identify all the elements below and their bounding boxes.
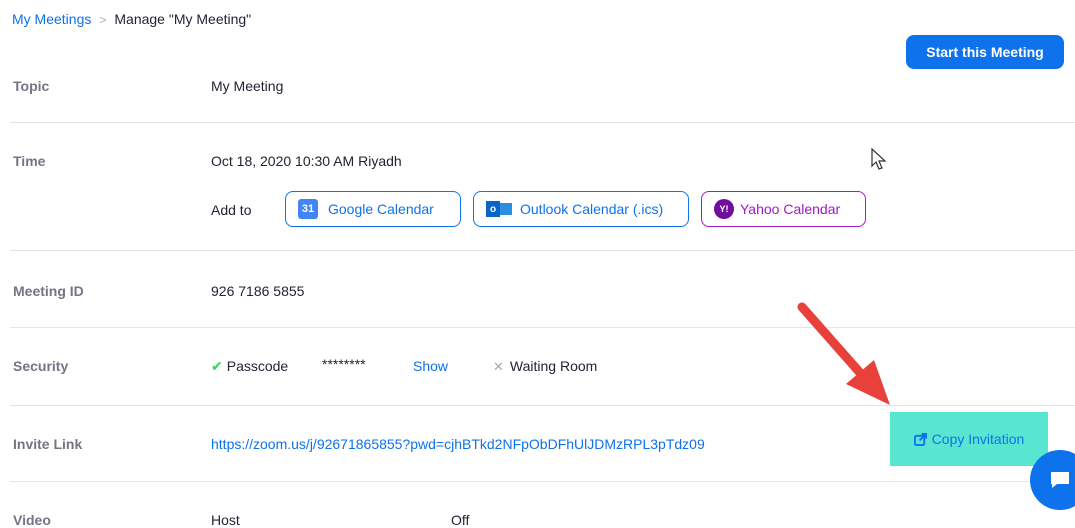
outlook-calendar-button[interactable]: o Outlook Calendar (.ics)	[473, 191, 689, 227]
share-icon	[913, 432, 927, 446]
outlook-icon: o	[486, 201, 512, 217]
x-icon: ✕	[493, 359, 504, 374]
breadcrumb-current: Manage "My Meeting"	[114, 11, 252, 27]
divider	[10, 122, 1075, 123]
meeting-id-value: 926 7186 5855	[211, 283, 305, 299]
divider	[10, 250, 1075, 251]
time-label: Time	[13, 153, 46, 169]
video-host-label: Host	[211, 512, 240, 528]
time-value: Oct 18, 2020 10:30 AM Riyadh	[211, 153, 402, 169]
waiting-room-item: ✕ Waiting Room	[493, 358, 597, 375]
yahoo-calendar-button[interactable]: Y! Yahoo Calendar	[701, 191, 866, 227]
outlook-calendar-label: Outlook Calendar (.ics)	[520, 201, 664, 217]
video-host-value: Off	[451, 512, 470, 528]
divider	[10, 327, 1075, 328]
copy-invitation-label: Copy Invitation	[931, 431, 1025, 447]
check-icon: ✔	[211, 358, 223, 374]
chat-bubble-button[interactable]	[1030, 450, 1075, 510]
waiting-room-label: Waiting Room	[509, 358, 598, 374]
security-label: Security	[13, 358, 69, 374]
meeting-id-label: Meeting ID	[13, 283, 84, 299]
mouse-cursor-icon	[871, 148, 887, 170]
passcode-label: Passcode	[226, 358, 289, 374]
divider	[10, 405, 1075, 406]
breadcrumb-separator: >	[99, 13, 107, 27]
yahoo-icon: Y!	[714, 199, 734, 219]
breadcrumb-my-meetings-link[interactable]: My Meetings	[12, 11, 91, 27]
google-calendar-icon: 31	[298, 199, 318, 219]
passcode-value: ********	[322, 356, 366, 372]
start-meeting-button[interactable]: Start this Meeting	[906, 35, 1064, 69]
topic-value: My Meeting	[211, 78, 284, 94]
copy-invitation-button[interactable]: Copy Invitation	[890, 412, 1048, 466]
show-passcode-link[interactable]: Show	[413, 358, 448, 374]
chat-icon	[1051, 472, 1069, 488]
yahoo-calendar-label: Yahoo Calendar	[740, 201, 841, 217]
google-calendar-button[interactable]: 31 Google Calendar	[285, 191, 461, 227]
add-to-label: Add to	[211, 202, 252, 218]
google-calendar-label: Google Calendar	[328, 201, 434, 217]
topic-label: Topic	[13, 78, 50, 94]
breadcrumb: My Meetings > Manage "My Meeting"	[12, 11, 251, 27]
video-label: Video	[13, 512, 51, 528]
invite-link-label: Invite Link	[13, 436, 83, 452]
passcode-item: ✔ Passcode	[211, 358, 288, 375]
divider	[10, 481, 1075, 482]
invite-link-url[interactable]: https://zoom.us/j/92671865855?pwd=cjhBTk…	[211, 436, 705, 452]
